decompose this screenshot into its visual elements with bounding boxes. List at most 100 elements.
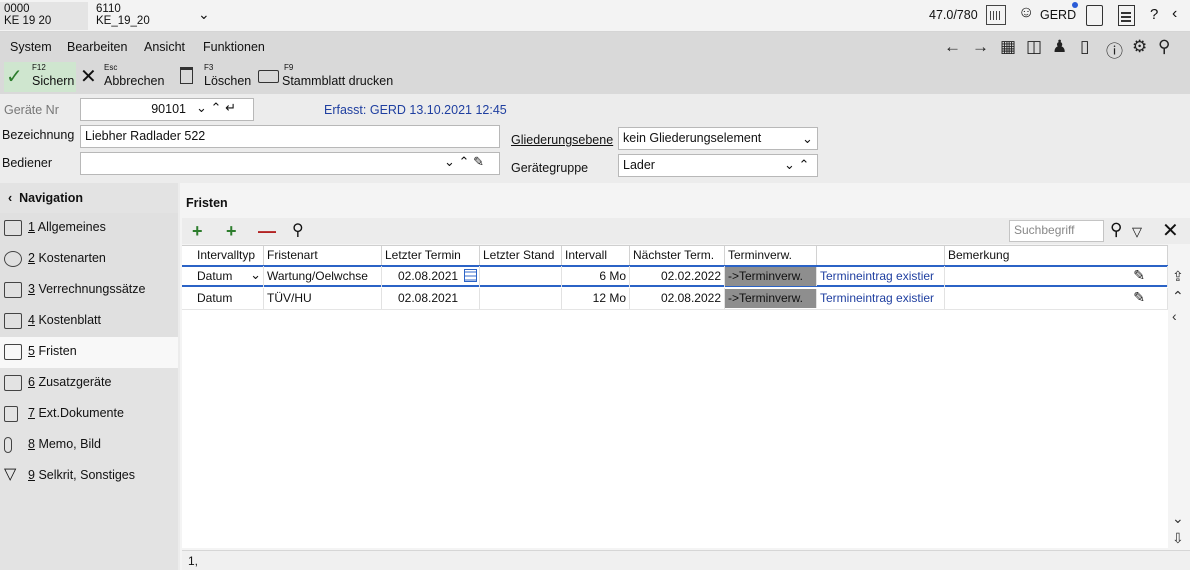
add-child-row-icon[interactable]: +	[226, 221, 237, 242]
terminverw-button[interactable]: ->Terminverw.	[725, 267, 817, 286]
cancel-button[interactable]: ✕ Esc Abbrechen	[80, 62, 172, 92]
calendar-icon[interactable]	[464, 269, 477, 282]
remove-row-icon[interactable]: —	[258, 221, 276, 242]
nav-item-memo-bild[interactable]: 8 Memo, Bild	[0, 430, 178, 461]
scroll-top-icon[interactable]: ⇪	[1172, 268, 1184, 285]
nav-item-kostenarten[interactable]: 2 Kostenarten	[0, 244, 178, 275]
chevron-down-icon[interactable]: ⌄	[802, 131, 813, 147]
column-header[interactable]: Bemerkung	[945, 246, 1168, 265]
cell-intervalltyp[interactable]: Datum	[194, 288, 264, 309]
user-icon[interactable]: ☺	[1018, 4, 1034, 22]
gear-icon[interactable]: ⚙	[1132, 37, 1147, 57]
context-tab-1[interactable]: 0000 KE 19 20	[0, 2, 88, 30]
cell-intervalltyp[interactable]: Datum ⌄	[194, 266, 264, 287]
bediener-field[interactable]	[80, 152, 500, 175]
search-icon[interactable]: ⚲	[1158, 37, 1170, 57]
calculator-icon[interactable]	[1118, 5, 1135, 26]
navigation-title: Navigation	[19, 191, 84, 205]
menu-funktionen[interactable]: Funktionen	[203, 40, 265, 54]
nav-item-zusatzgeraete[interactable]: 6 Zusatzgeräte	[0, 368, 178, 399]
chevron-down-icon[interactable]: ⌄	[784, 157, 795, 172]
cell-fristenart[interactable]: Wartung/Oelwchse	[264, 266, 382, 287]
cell-letzter-stand[interactable]	[480, 288, 562, 309]
print-button[interactable]: F9 Stammblatt drucken	[258, 62, 404, 92]
menu-bearbeiten[interactable]: Bearbeiten	[67, 40, 127, 54]
cell-letzter-termin[interactable]: 02.08.2021	[382, 288, 480, 309]
enter-icon[interactable]: ↵	[225, 100, 236, 115]
column-header[interactable]: Fristenart	[264, 246, 382, 265]
cell-intervall[interactable]: 12 Mo	[562, 288, 630, 309]
terminverw-button[interactable]: ->Terminverw.	[725, 289, 817, 308]
pencil-icon[interactable]: ✎	[1133, 289, 1145, 306]
users-icon[interactable]: ♟	[1052, 37, 1067, 57]
column-header[interactable]: Nächster Term.	[630, 246, 725, 265]
scroll-up-icon[interactable]: ⌃	[1172, 288, 1184, 305]
geraete-nr-label: Geräte Nr	[4, 103, 59, 117]
nav-item-ext-dokumente[interactable]: 7 Ext.Dokumente	[0, 399, 178, 430]
grid-search-input[interactable]: Suchbegriff	[1009, 220, 1104, 242]
geraete-nr-value[interactable]: 90101	[90, 102, 186, 116]
chevron-up-icon[interactable]: ⌃	[211, 100, 222, 115]
calendar-icon[interactable]	[986, 5, 1006, 25]
search-icon[interactable]: ⚲	[1110, 220, 1122, 240]
nav-item-label: Ext.Dokumente	[38, 406, 124, 420]
column-header[interactable]: Intervalltyp	[194, 246, 264, 265]
document-icon[interactable]: ▯	[1080, 37, 1089, 57]
nav-item-selkrit-sonstiges[interactable]: ▽ 9 Selkrit, Sonstiges	[0, 461, 178, 492]
gliederungsebene-select[interactable]: kein Gliederungselement	[618, 127, 818, 150]
arrow-right-icon[interactable]: →	[972, 37, 989, 57]
collapse-left-icon[interactable]: ‹	[1172, 5, 1177, 23]
cancel-shortcut: Esc	[104, 63, 118, 72]
bezeichnung-field[interactable]: Liebher Radlader 522	[80, 125, 500, 148]
cell-intervall[interactable]: 6 Mo	[562, 266, 630, 287]
menu-ansicht[interactable]: Ansicht	[144, 40, 185, 54]
cell-letzter-stand[interactable]	[480, 266, 562, 287]
chevron-down-icon[interactable]: ⌄	[198, 6, 210, 23]
user-name[interactable]: GERD	[1040, 8, 1076, 22]
save-button[interactable]: ✓ F12 Sichern	[4, 62, 76, 92]
chevron-up-icon[interactable]: ⌃	[459, 154, 470, 169]
checkmark-icon: ✓	[6, 66, 23, 88]
scroll-bottom-icon[interactable]: ⇩	[1172, 530, 1184, 547]
nav-item-kostenblatt[interactable]: 4 Kostenblatt	[0, 306, 178, 337]
chevron-down-icon[interactable]: ⌄	[250, 267, 261, 283]
search-icon[interactable]: ⚲	[292, 220, 304, 240]
column-header[interactable]: Letzter Stand	[480, 246, 562, 265]
info-icon[interactable]: ⓘ	[1106, 37, 1123, 62]
chevron-left-icon[interactable]: ‹	[1172, 308, 1177, 324]
search-list-icon[interactable]: ◫	[1026, 37, 1042, 57]
cell-bemerkung[interactable]: ✎	[945, 288, 1168, 309]
close-icon[interactable]: ✕	[1162, 218, 1179, 243]
status-bar: 1,	[182, 550, 1190, 570]
chevron-up-icon[interactable]: ⌃	[799, 157, 810, 172]
column-header[interactable]: Letzter Termin	[382, 246, 480, 265]
pencil-icon[interactable]: ✎	[473, 154, 484, 169]
pencil-icon[interactable]: ✎	[1133, 267, 1145, 284]
column-header[interactable]	[817, 246, 945, 265]
chevron-down-icon[interactable]: ⌄	[444, 154, 455, 169]
cell-bemerkung[interactable]: ✎	[945, 266, 1168, 287]
navigation-header[interactable]: ‹ Navigation	[8, 191, 83, 205]
column-header[interactable]: Terminverw.	[725, 246, 817, 265]
menu-system[interactable]: System	[10, 40, 52, 54]
nav-item-num: 3	[28, 282, 35, 296]
scroll-down-icon[interactable]: ⌄	[1172, 510, 1184, 527]
close-icon: ✕	[80, 66, 97, 88]
filter-dropdown-icon[interactable]: ▽	[1132, 224, 1142, 240]
delete-button[interactable]: F3 Löschen	[178, 62, 254, 92]
add-row-icon[interactable]: +	[192, 221, 203, 242]
cell-naechster-termin[interactable]: 02.08.2022	[630, 288, 725, 309]
clipboard-icon[interactable]	[1086, 5, 1103, 26]
chevron-down-icon[interactable]: ⌄	[196, 100, 207, 115]
help-button[interactable]: ?	[1150, 6, 1158, 23]
nav-item-fristen[interactable]: 5 Fristen	[0, 337, 178, 368]
nav-item-allgemeines[interactable]: 1 Allgemeines	[0, 213, 178, 244]
nav-item-verrechnungssaetze[interactable]: 3 Verrechnungssätze	[0, 275, 178, 306]
cell-letzter-termin[interactable]: 02.08.2021	[382, 266, 480, 287]
arrow-left-icon[interactable]: ←	[944, 37, 961, 57]
clipboard-list-icon[interactable]: ▦	[1000, 37, 1016, 57]
column-header[interactable]: Intervall	[562, 246, 630, 265]
context-tab-2[interactable]: 6110 KE_19_20	[92, 2, 182, 30]
cell-fristenart[interactable]: TÜV/HU	[264, 288, 382, 309]
cell-naechster-termin[interactable]: 02.02.2022	[630, 266, 725, 287]
